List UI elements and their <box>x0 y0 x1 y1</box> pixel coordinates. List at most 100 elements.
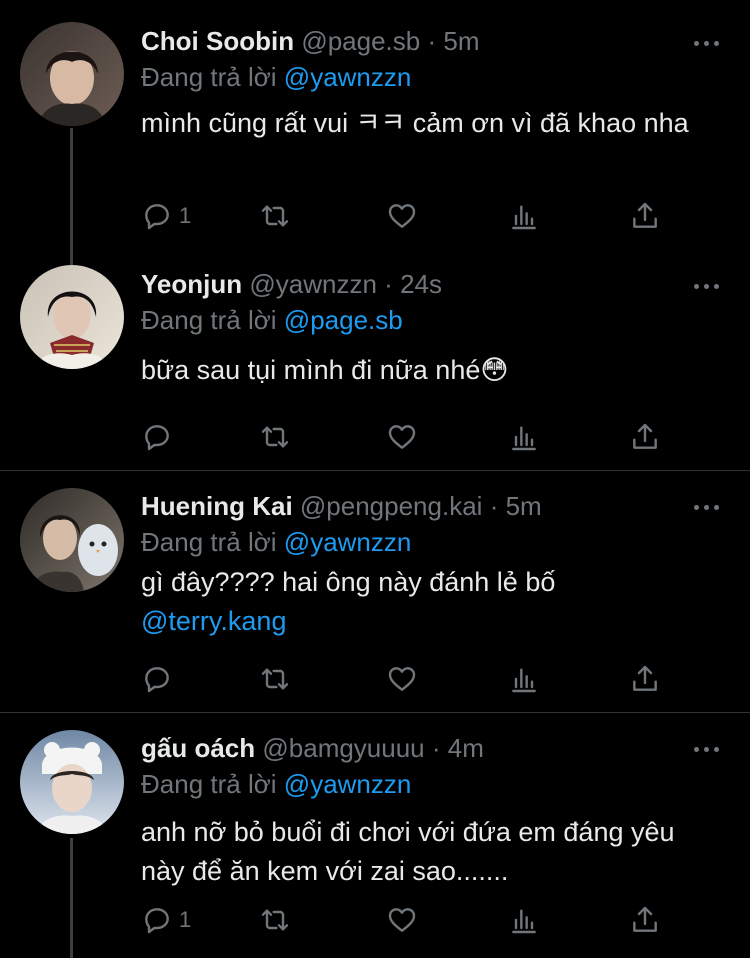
avatar[interactable] <box>20 22 124 126</box>
display-name[interactable]: gấu oách <box>141 733 255 763</box>
thread-line <box>70 245 73 265</box>
tweet[interactable]: Huening Kai @pengpeng.kai · 5m Đang trả … <box>0 471 750 712</box>
timestamp[interactable]: 5m <box>506 491 542 521</box>
reply-mention-link[interactable]: @page.sb <box>284 305 403 335</box>
like-button[interactable] <box>386 417 418 457</box>
share-button[interactable] <box>629 900 661 940</box>
reply-mention-link[interactable]: @yawnzzn <box>284 769 412 799</box>
avatar[interactable] <box>20 730 124 834</box>
thread-line <box>70 838 73 958</box>
heart-icon <box>388 204 416 228</box>
reply-mention-link[interactable]: @yawnzzn <box>284 527 412 557</box>
reply-icon <box>145 908 169 934</box>
reply-button[interactable] <box>141 659 179 699</box>
more-icon[interactable] <box>694 30 720 56</box>
share-button[interactable] <box>629 659 661 699</box>
separator-dot: · <box>384 269 393 299</box>
like-button[interactable] <box>386 659 418 699</box>
share-icon <box>633 423 657 449</box>
share-button[interactable] <box>629 417 661 457</box>
action-bar <box>141 659 671 699</box>
reply-button[interactable] <box>141 417 179 457</box>
separator-dot: · <box>431 733 441 763</box>
replying-to-label: Đang trả lời <box>141 769 277 799</box>
retweet-icon <box>261 668 289 690</box>
action-bar: 1 <box>141 900 671 940</box>
retweet-button[interactable] <box>259 417 291 457</box>
reply-count: 1 <box>179 203 192 228</box>
timestamp[interactable]: 4m <box>448 733 484 763</box>
tweet-text: gì đây???? hai ông này đánh lẻ bố @terry… <box>141 563 730 641</box>
display-name[interactable]: Huening Kai <box>141 491 293 521</box>
tweet[interactable]: gấu oách @bamgyuuuu · 4m Đang trả lời @y… <box>0 713 750 958</box>
retweet-button[interactable] <box>259 659 291 699</box>
timestamp[interactable]: 5m <box>443 26 479 56</box>
handle[interactable]: @bamgyuuuu <box>262 733 424 763</box>
tweet-text-body: bữa sau tụi mình đi nữa nhé😳 <box>141 355 509 385</box>
tweet[interactable]: Yeonjun @yawnzzn · 24s Đang trả lời @pag… <box>0 245 750 470</box>
tweet-text-body: gì đây???? hai ông này đánh lẻ bố <box>141 567 556 597</box>
share-icon <box>633 665 657 691</box>
tweet-mention-link[interactable]: @terry.kang <box>141 606 286 636</box>
reply-icon <box>145 425 169 451</box>
views-button[interactable] <box>508 900 540 940</box>
tweet-header: Huening Kai @pengpeng.kai · 5m <box>141 489 730 523</box>
tweet-header: gấu oách @bamgyuuuu · 4m <box>141 731 730 765</box>
reply-count: 1 <box>179 907 192 932</box>
replying-to: Đang trả lời @yawnzzn <box>141 767 730 801</box>
like-button[interactable] <box>386 900 418 940</box>
replying-to-label: Đang trả lời <box>141 527 277 557</box>
views-icon <box>512 426 536 451</box>
heart-icon <box>388 425 416 449</box>
views-button[interactable] <box>508 659 540 699</box>
handle[interactable]: @yawnzzn <box>249 269 377 299</box>
more-icon[interactable] <box>694 494 720 520</box>
tweet-text-body: anh nỡ bỏ buổi đi chơi với đứa em đáng y… <box>141 817 675 886</box>
like-button[interactable] <box>386 196 418 236</box>
handle[interactable]: @pengpeng.kai <box>300 491 483 521</box>
reply-icon <box>145 204 169 230</box>
views-button[interactable] <box>508 196 540 236</box>
avatar[interactable] <box>20 265 124 369</box>
tweet-text-body: mình cũng rất vui ㅋㅋ cảm ơn vì đã khao n… <box>141 108 689 138</box>
share-button[interactable] <box>629 196 661 236</box>
views-icon <box>512 205 536 230</box>
timestamp[interactable]: 24s <box>400 269 442 299</box>
share-icon <box>633 202 657 228</box>
reply-icon <box>145 667 169 693</box>
share-icon <box>633 906 657 932</box>
heart-icon <box>388 908 416 932</box>
avatar[interactable] <box>20 488 124 592</box>
action-bar <box>141 417 671 457</box>
retweet-button[interactable] <box>259 900 291 940</box>
replying-to: Đang trả lời @page.sb <box>141 303 730 337</box>
tweet[interactable]: Choi Soobin @page.sb · 5m Đang trả lời @… <box>0 0 750 245</box>
views-icon <box>512 909 536 934</box>
tweet-header: Choi Soobin @page.sb · 5m <box>141 24 730 58</box>
retweet-icon <box>261 205 289 227</box>
reply-button[interactable]: 1 <box>141 900 191 940</box>
views-button[interactable] <box>508 417 540 457</box>
tweet-header: Yeonjun @yawnzzn · 24s <box>141 267 730 301</box>
replying-to-label: Đang trả lời <box>141 62 277 92</box>
retweet-icon <box>261 909 289 931</box>
handle[interactable]: @page.sb <box>301 26 420 56</box>
reply-mention-link[interactable]: @yawnzzn <box>284 62 412 92</box>
tweet-text: anh nỡ bỏ buổi đi chơi với đứa em đáng y… <box>141 813 721 891</box>
more-icon[interactable] <box>694 736 720 762</box>
display-name[interactable]: Choi Soobin <box>141 26 294 56</box>
replying-to-label: Đang trả lời <box>141 305 277 335</box>
action-bar: 1 <box>141 196 671 236</box>
reply-button[interactable]: 1 <box>141 196 191 236</box>
replying-to: Đang trả lời @yawnzzn <box>141 525 730 559</box>
retweet-button[interactable] <box>259 196 291 236</box>
replying-to: Đang trả lời @yawnzzn <box>141 60 730 94</box>
separator-dot: · <box>427 26 437 56</box>
views-icon <box>512 668 536 693</box>
heart-icon <box>388 667 416 691</box>
display-name[interactable]: Yeonjun <box>141 269 242 299</box>
more-icon[interactable] <box>694 273 720 299</box>
retweet-icon <box>261 426 289 448</box>
thread-line <box>70 128 73 245</box>
tweet-text: mình cũng rất vui ㅋㅋ cảm ơn vì đã khao n… <box>141 104 730 143</box>
